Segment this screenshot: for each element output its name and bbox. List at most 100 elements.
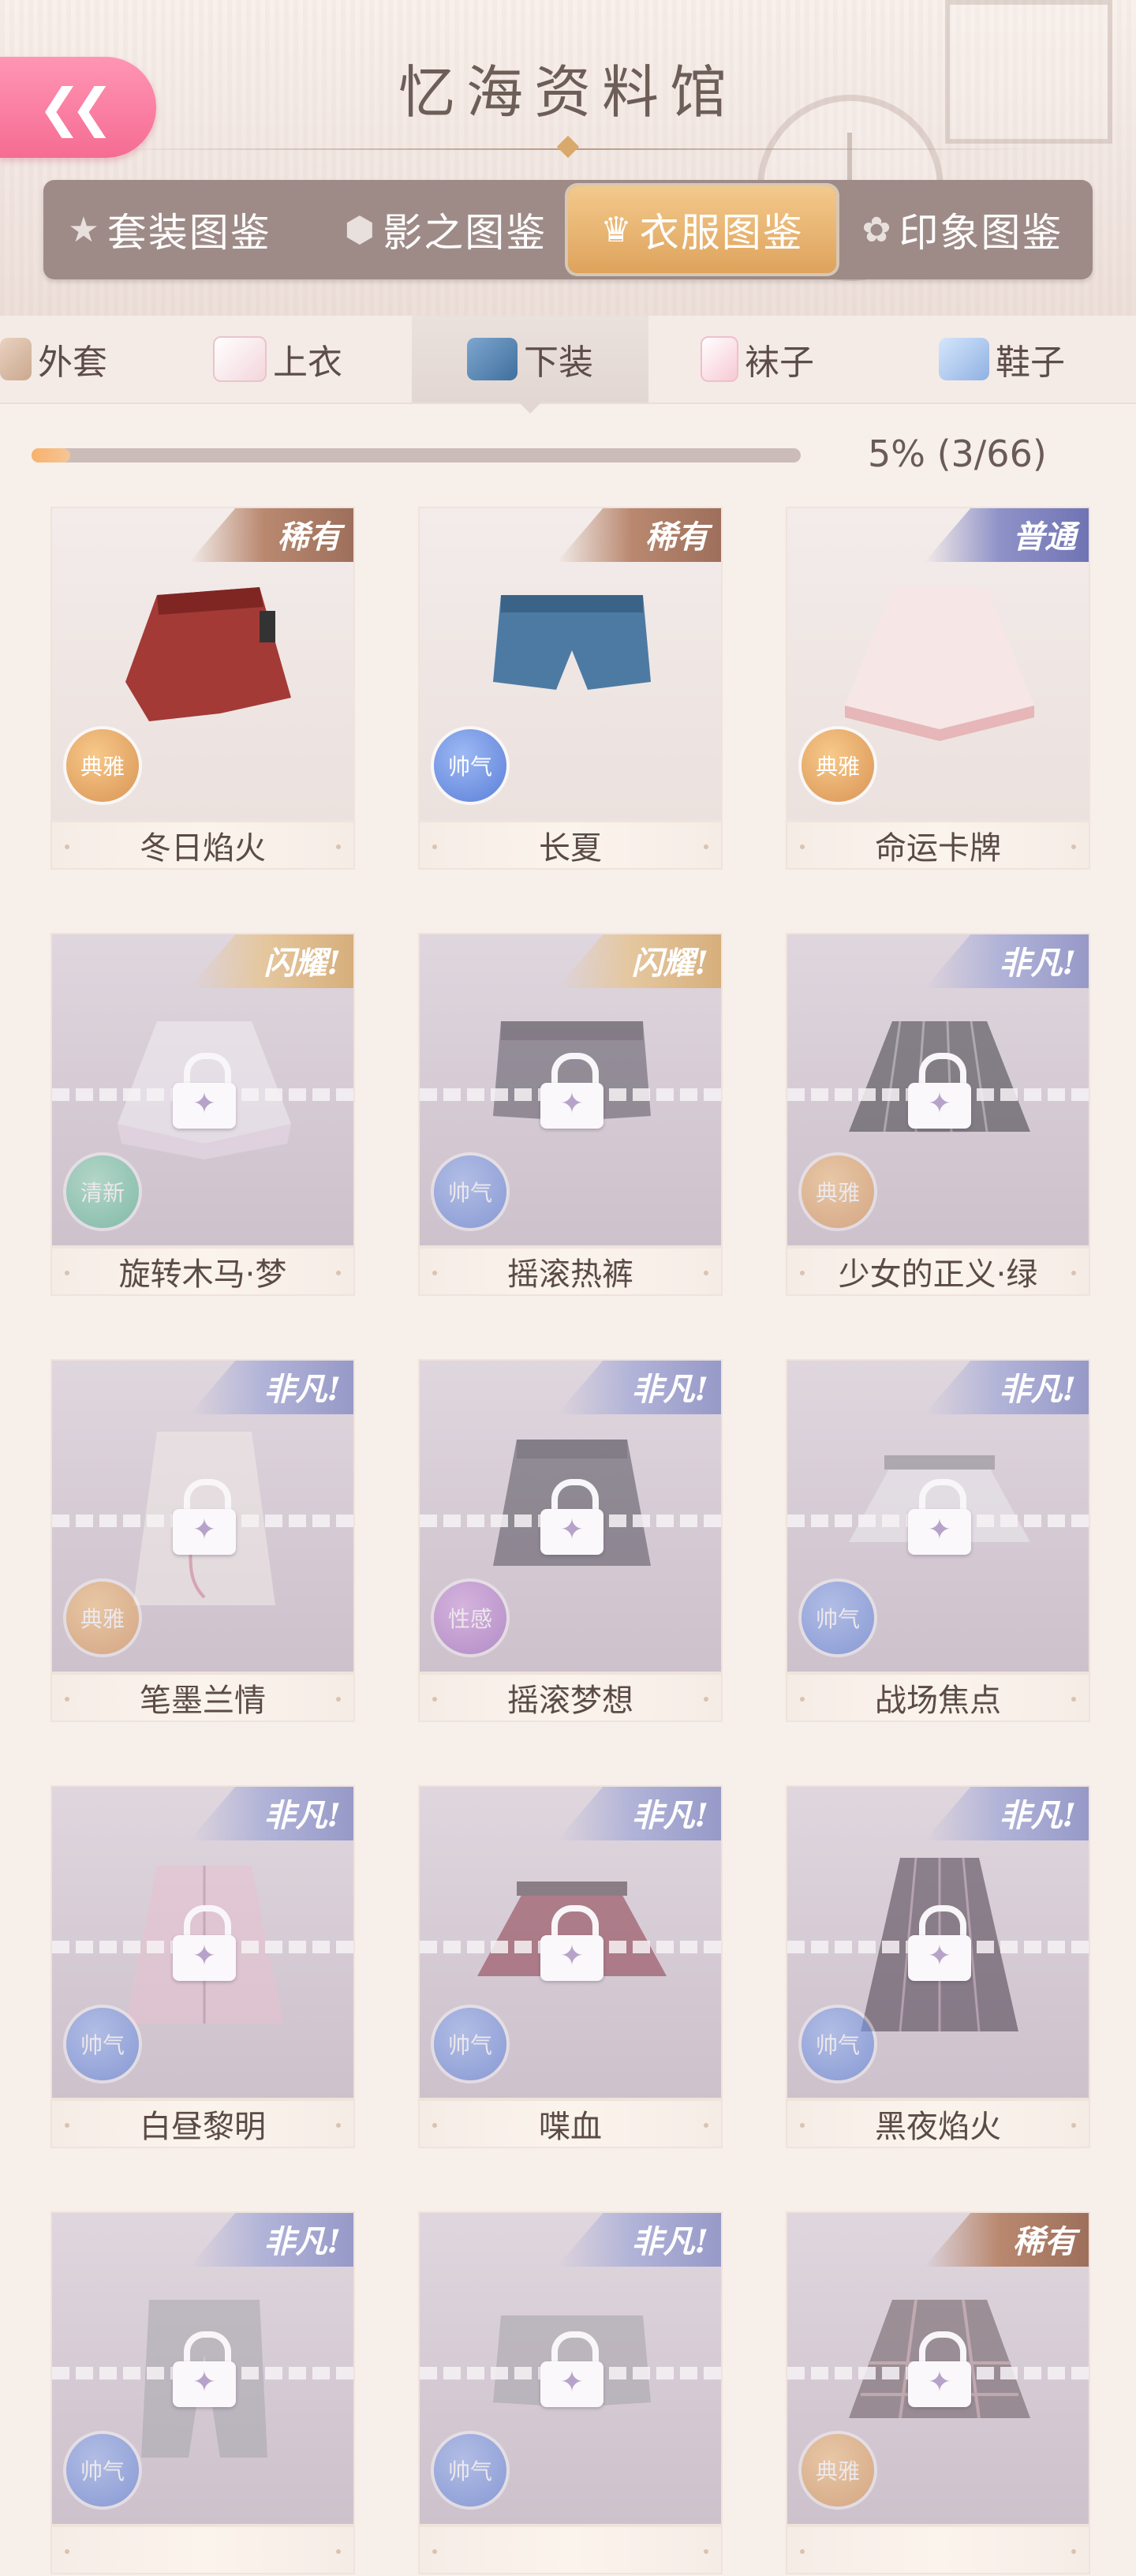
item-name: 少女的正义·绿 xyxy=(786,1247,1090,1296)
subtab-label: 鞋子 xyxy=(996,343,1065,383)
subtab-label: 袜子 xyxy=(745,343,814,383)
tab-impression-collection[interactable]: ✿ 印象图鉴 xyxy=(844,186,1081,273)
item-image: 非凡! 帅气 xyxy=(786,1359,1090,1673)
item-name: 战场焦点 xyxy=(786,1673,1090,1722)
item-name: 旋转木马·梦 xyxy=(50,1247,355,1296)
style-badge: 帅气 xyxy=(434,729,506,802)
tab-clothing-collection[interactable]: ♛ 衣服图鉴 xyxy=(568,186,836,273)
tab-shadow-collection[interactable]: ⬢ 影之图鉴 xyxy=(331,186,560,273)
lock-icon xyxy=(908,1053,971,1129)
item-name xyxy=(418,2525,723,2574)
rarity-ribbon: 非凡! xyxy=(189,2213,353,2267)
item-card[interactable]: 闪耀! 帅气摇滚热裤 xyxy=(418,933,723,1297)
rarity-ribbon: 闪耀! xyxy=(189,934,353,988)
item-card[interactable]: 非凡! 典雅少女的正义·绿 xyxy=(786,933,1090,1297)
tab-label: 影之图鉴 xyxy=(383,210,547,256)
active-subtab-pointer xyxy=(518,401,543,414)
lock-icon xyxy=(173,1053,236,1129)
item-name: 摇滚梦想 xyxy=(418,1673,723,1722)
item-image: 稀有典雅 xyxy=(50,507,355,821)
shorts-icon xyxy=(467,338,518,380)
item-image: 普通 典雅 xyxy=(786,507,1090,821)
lock-icon xyxy=(540,1479,604,1555)
subtab-shoes[interactable]: 鞋子 xyxy=(939,316,1128,402)
item-image: 非凡! 帅气 xyxy=(786,1785,1090,2099)
style-badge: 帅气 xyxy=(66,2008,139,2080)
item-name: 白昼黎明 xyxy=(50,2099,355,2148)
item-card[interactable]: 稀有帅气长夏 xyxy=(418,507,723,871)
rarity-ribbon: 非凡! xyxy=(189,1361,353,1414)
rarity-ribbon: 稀有 xyxy=(557,508,721,562)
dress-icon: ♛ xyxy=(600,209,633,250)
lock-icon xyxy=(908,1479,971,1555)
item-card[interactable]: 非凡! 性感摇滚梦想 xyxy=(418,1359,723,1724)
rarity-ribbon: 稀有 xyxy=(925,2213,1089,2267)
subtab-coat[interactable]: 外套 xyxy=(0,316,158,402)
style-badge: 典雅 xyxy=(802,2434,874,2507)
style-badge: 清新 xyxy=(66,1155,139,1228)
item-card[interactable]: 非凡! 帅气黑夜焰火 xyxy=(786,1785,1090,2150)
item-card[interactable]: 闪耀! 清新旋转木马·梦 xyxy=(50,933,355,1297)
lock-icon xyxy=(908,2331,971,2407)
subtab-bottoms[interactable]: 下装 xyxy=(412,316,648,402)
lock-icon xyxy=(173,1905,236,1981)
style-badge: 帅气 xyxy=(802,1582,874,1654)
item-card[interactable]: 普通 典雅 命运卡牌 xyxy=(786,507,1090,871)
item-image: 非凡! 典雅 xyxy=(50,1359,355,1673)
progress-text: 5% (3/66) xyxy=(868,432,1047,475)
rarity-ribbon: 非凡! xyxy=(925,1361,1089,1414)
subtab-label: 上衣 xyxy=(273,343,342,383)
item-card[interactable]: 非凡! 帅气 xyxy=(50,2211,355,2576)
lock-icon xyxy=(908,1905,971,1981)
item-image: 稀有帅气 xyxy=(418,507,723,821)
item-name: 长夏 xyxy=(418,821,723,870)
item-card[interactable]: 稀有典雅 xyxy=(786,2211,1090,2576)
shoe-icon xyxy=(939,338,989,380)
item-name: 冬日焰火 xyxy=(50,821,355,870)
style-badge: 性感 xyxy=(434,1582,506,1654)
sock-icon xyxy=(701,336,738,382)
style-badge: 帅气 xyxy=(434,2434,506,2507)
style-badge: 典雅 xyxy=(802,1155,874,1228)
subtab-label: 外套 xyxy=(38,343,107,383)
item-card[interactable]: 非凡! 帅气喋血 xyxy=(418,1785,723,2150)
tab-suit-collection[interactable]: ★ 套装图鉴 xyxy=(55,186,284,273)
item-image: 非凡! 典雅 xyxy=(786,933,1090,1247)
item-image: 非凡! 性感 xyxy=(418,1359,723,1673)
item-card[interactable]: 非凡! 帅气白昼黎明 xyxy=(50,1785,355,2150)
lock-icon xyxy=(173,1479,236,1555)
progress-fill xyxy=(32,448,70,462)
item-card[interactable]: 非凡! 帅气战场焦点 xyxy=(786,1359,1090,1724)
subtab-socks[interactable]: 袜子 xyxy=(701,316,858,402)
item-image: 非凡! 帅气 xyxy=(50,1785,355,2099)
item-name xyxy=(786,2525,1090,2574)
page-title: 忆海资料馆 xyxy=(398,59,738,125)
item-card[interactable]: 非凡! 典雅笔墨兰情 xyxy=(50,1359,355,1724)
rarity-ribbon: 非凡! xyxy=(925,1787,1089,1840)
rarity-ribbon: 非凡! xyxy=(189,1787,353,1840)
item-image: 非凡! 帅气 xyxy=(418,2211,723,2525)
lock-icon xyxy=(173,2331,236,2407)
item-card[interactable]: 非凡! 帅气 xyxy=(418,2211,723,2576)
garment-illustration xyxy=(845,587,1034,741)
style-badge: 帅气 xyxy=(434,1155,506,1228)
tab-label: 衣服图鉴 xyxy=(639,210,804,256)
lock-icon xyxy=(540,2331,604,2407)
tab-label: 套装图鉴 xyxy=(106,210,271,256)
cube-icon: ⬢ xyxy=(344,209,377,250)
rarity-ribbon: 非凡! xyxy=(557,1787,721,1840)
item-name: 笔墨兰情 xyxy=(50,1673,355,1722)
lock-icon xyxy=(540,1905,604,1981)
item-card[interactable]: 稀有 典雅 冬日焰火 xyxy=(50,507,355,871)
rarity-ribbon: 非凡! xyxy=(557,2213,721,2267)
subtab-label: 下装 xyxy=(524,343,593,383)
rarity-ribbon: 普通 xyxy=(925,508,1089,562)
subtab-top[interactable]: 上衣 xyxy=(213,316,379,402)
item-image: 非凡! 帅气 xyxy=(50,2211,355,2525)
collection-progress-bar xyxy=(32,448,801,462)
rarity-ribbon: 闪耀! xyxy=(557,934,721,988)
coat-icon xyxy=(0,338,32,380)
style-badge: 帅气 xyxy=(434,2008,506,2080)
garment-illustration xyxy=(493,595,651,690)
star-icon: ★ xyxy=(68,209,101,250)
